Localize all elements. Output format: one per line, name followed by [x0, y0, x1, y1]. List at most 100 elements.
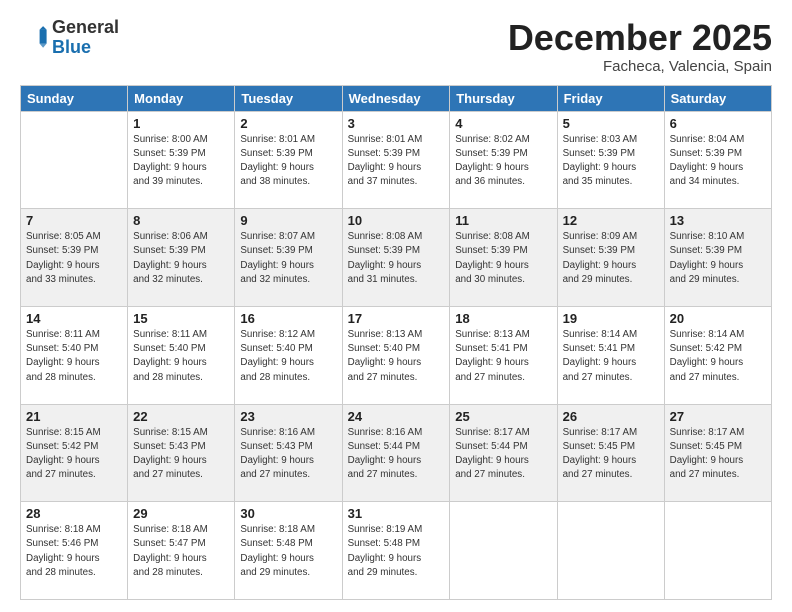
day-number: 12: [563, 213, 659, 228]
calendar-day-header: Saturday: [664, 85, 771, 111]
calendar-day-header: Sunday: [21, 85, 128, 111]
calendar-day-header: Friday: [557, 85, 664, 111]
calendar-cell: 12Sunrise: 8:09 AM Sunset: 5:39 PM Dayli…: [557, 209, 664, 307]
calendar-cell: 6 Sunrise: 8:04 AM Sunset: 5:39 PM Daylig…: [664, 111, 771, 209]
day-info: Sunrise: 8:06 AM Sunset: 5:39 PM Dayligh…: [133, 230, 229, 287]
calendar-day-header: Thursday: [450, 85, 557, 111]
day-number: 10: [348, 213, 445, 228]
calendar-cell: 21 Sunrise: 8:15 AM Sunset: 5:42 PM Dayli…: [21, 404, 128, 502]
calendar-week-row: 21 Sunrise: 8:15 AM Sunset: 5:42 PM Dayli…: [21, 404, 772, 502]
day-number: 9: [240, 213, 336, 228]
day-info: Sunrise: 8:12 AM Sunset: 5:40 PM Dayligh…: [240, 328, 336, 385]
subtitle: Facheca, Valencia, Spain: [508, 58, 772, 75]
day-info: Sunrise: 8:08 AM Sunset: 5:39 PM Dayligh…: [348, 230, 445, 287]
calendar-cell: [664, 502, 771, 600]
calendar-cell: 28Sunrise: 8:18 AM Sunset: 5:46 PM Dayli…: [21, 502, 128, 600]
day-number: 5: [563, 116, 659, 131]
day-info: Sunrise: 8:01 AM Sunset: 5:39 PM Dayligh…: [240, 133, 336, 190]
day-info: Sunrise: 8:15 AM Sunset: 5:42 PM Dayligh…: [26, 426, 122, 483]
calendar-week-row: 28Sunrise: 8:18 AM Sunset: 5:46 PM Dayli…: [21, 502, 772, 600]
calendar-cell: 4Sunrise: 8:02 AM Sunset: 5:39 PM Daylig…: [450, 111, 557, 209]
day-info: Sunrise: 8:18 AM Sunset: 5:47 PM Dayligh…: [133, 523, 229, 580]
calendar-cell: 24 Sunrise: 8:16 AM Sunset: 5:44 PM Dayli…: [342, 404, 450, 502]
calendar-cell: 15 Sunrise: 8:11 AM Sunset: 5:40 PM Dayli…: [128, 306, 235, 404]
calendar-cell: 26Sunrise: 8:17 AM Sunset: 5:45 PM Dayli…: [557, 404, 664, 502]
day-number: 30: [240, 506, 336, 521]
calendar-cell: 30 Sunrise: 8:18 AM Sunset: 5:48 PM Dayli…: [235, 502, 342, 600]
calendar-cell: 29 Sunrise: 8:18 AM Sunset: 5:47 PM Dayli…: [128, 502, 235, 600]
calendar-table: SundayMondayTuesdayWednesdayThursdayFrid…: [20, 85, 772, 600]
day-number: 19: [563, 311, 659, 326]
day-info: Sunrise: 8:01 AM Sunset: 5:39 PM Dayligh…: [348, 133, 445, 190]
header: General Blue December 2025 Facheca, Vale…: [20, 18, 772, 75]
day-info: Sunrise: 8:11 AM Sunset: 5:40 PM Dayligh…: [26, 328, 122, 385]
day-number: 22: [133, 409, 229, 424]
day-number: 20: [670, 311, 766, 326]
calendar-cell: 5 Sunrise: 8:03 AM Sunset: 5:39 PM Daylig…: [557, 111, 664, 209]
calendar-cell: 27 Sunrise: 8:17 AM Sunset: 5:45 PM Dayli…: [664, 404, 771, 502]
day-number: 17: [348, 311, 445, 326]
day-info: Sunrise: 8:18 AM Sunset: 5:48 PM Dayligh…: [240, 523, 336, 580]
day-info: Sunrise: 8:11 AM Sunset: 5:40 PM Dayligh…: [133, 328, 229, 385]
day-number: 6: [670, 116, 766, 131]
calendar-cell: [557, 502, 664, 600]
calendar-cell: 17Sunrise: 8:13 AM Sunset: 5:40 PM Dayli…: [342, 306, 450, 404]
day-info: Sunrise: 8:04 AM Sunset: 5:39 PM Dayligh…: [670, 133, 766, 190]
day-info: Sunrise: 8:17 AM Sunset: 5:44 PM Dayligh…: [455, 426, 551, 483]
calendar-cell: 25 Sunrise: 8:17 AM Sunset: 5:44 PM Dayli…: [450, 404, 557, 502]
day-info: Sunrise: 8:16 AM Sunset: 5:44 PM Dayligh…: [348, 426, 445, 483]
logo-text: General Blue: [52, 18, 119, 58]
calendar-cell: 2Sunrise: 8:01 AM Sunset: 5:39 PM Daylig…: [235, 111, 342, 209]
day-number: 16: [240, 311, 336, 326]
calendar-header-row: SundayMondayTuesdayWednesdayThursdayFrid…: [21, 85, 772, 111]
calendar-cell: 20 Sunrise: 8:14 AM Sunset: 5:42 PM Dayli…: [664, 306, 771, 404]
calendar-cell: 1Sunrise: 8:00 AM Sunset: 5:39 PM Daylig…: [128, 111, 235, 209]
calendar-cell: 31Sunrise: 8:19 AM Sunset: 5:48 PM Dayli…: [342, 502, 450, 600]
day-info: Sunrise: 8:14 AM Sunset: 5:42 PM Dayligh…: [670, 328, 766, 385]
calendar-day-header: Monday: [128, 85, 235, 111]
main-title: December 2025: [508, 18, 772, 58]
day-number: 23: [240, 409, 336, 424]
day-info: Sunrise: 8:07 AM Sunset: 5:39 PM Dayligh…: [240, 230, 336, 287]
day-info: Sunrise: 8:17 AM Sunset: 5:45 PM Dayligh…: [563, 426, 659, 483]
day-info: Sunrise: 8:03 AM Sunset: 5:39 PM Dayligh…: [563, 133, 659, 190]
page: General Blue December 2025 Facheca, Vale…: [0, 0, 792, 612]
day-info: Sunrise: 8:17 AM Sunset: 5:45 PM Dayligh…: [670, 426, 766, 483]
day-number: 24: [348, 409, 445, 424]
day-number: 21: [26, 409, 122, 424]
calendar-week-row: 7 Sunrise: 8:05 AM Sunset: 5:39 PM Daylig…: [21, 209, 772, 307]
day-info: Sunrise: 8:18 AM Sunset: 5:46 PM Dayligh…: [26, 523, 122, 580]
calendar-cell: 13 Sunrise: 8:10 AM Sunset: 5:39 PM Dayli…: [664, 209, 771, 307]
day-number: 27: [670, 409, 766, 424]
calendar-cell: [21, 111, 128, 209]
day-info: Sunrise: 8:10 AM Sunset: 5:39 PM Dayligh…: [670, 230, 766, 287]
day-info: Sunrise: 8:08 AM Sunset: 5:39 PM Dayligh…: [455, 230, 551, 287]
calendar-cell: 19 Sunrise: 8:14 AM Sunset: 5:41 PM Dayli…: [557, 306, 664, 404]
calendar-day-header: Tuesday: [235, 85, 342, 111]
day-number: 3: [348, 116, 445, 131]
calendar-cell: 9 Sunrise: 8:07 AM Sunset: 5:39 PM Daylig…: [235, 209, 342, 307]
logo: General Blue: [20, 18, 119, 58]
calendar-cell: [450, 502, 557, 600]
logo-blue-text: Blue: [52, 37, 91, 57]
day-info: Sunrise: 8:14 AM Sunset: 5:41 PM Dayligh…: [563, 328, 659, 385]
calendar-cell: 10 Sunrise: 8:08 AM Sunset: 5:39 PM Dayli…: [342, 209, 450, 307]
calendar-cell: 14Sunrise: 8:11 AM Sunset: 5:40 PM Dayli…: [21, 306, 128, 404]
day-number: 1: [133, 116, 229, 131]
day-number: 8: [133, 213, 229, 228]
calendar-week-row: 14Sunrise: 8:11 AM Sunset: 5:40 PM Dayli…: [21, 306, 772, 404]
day-number: 7: [26, 213, 122, 228]
day-number: 11: [455, 213, 551, 228]
calendar-cell: 3 Sunrise: 8:01 AM Sunset: 5:39 PM Daylig…: [342, 111, 450, 209]
day-number: 4: [455, 116, 551, 131]
logo-general-text: General: [52, 17, 119, 37]
day-number: 25: [455, 409, 551, 424]
calendar-day-header: Wednesday: [342, 85, 450, 111]
day-number: 13: [670, 213, 766, 228]
day-info: Sunrise: 8:05 AM Sunset: 5:39 PM Dayligh…: [26, 230, 122, 287]
day-number: 15: [133, 311, 229, 326]
day-number: 29: [133, 506, 229, 521]
day-info: Sunrise: 8:16 AM Sunset: 5:43 PM Dayligh…: [240, 426, 336, 483]
calendar-cell: 7 Sunrise: 8:05 AM Sunset: 5:39 PM Daylig…: [21, 209, 128, 307]
day-info: Sunrise: 8:15 AM Sunset: 5:43 PM Dayligh…: [133, 426, 229, 483]
